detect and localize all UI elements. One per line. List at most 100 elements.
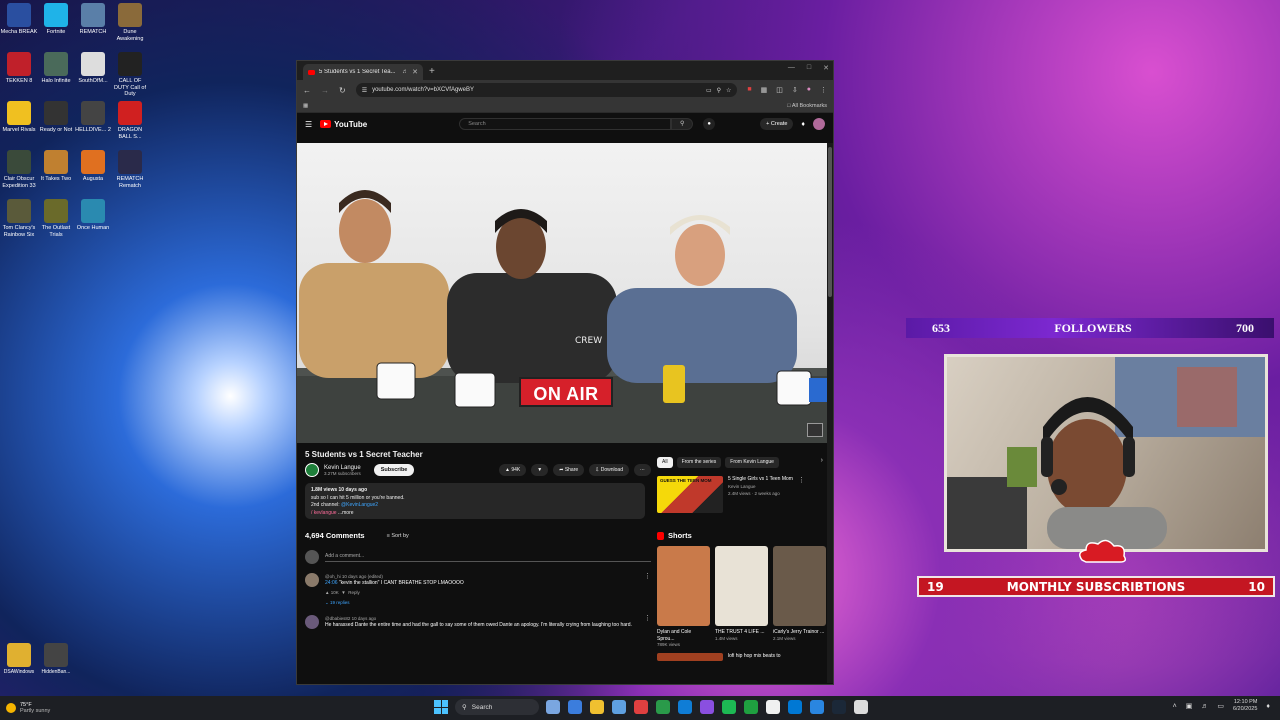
desktop-icon[interactable]: CALL OF DUTY Call of Duty — [111, 49, 149, 98]
search-icon[interactable]: ⚲ — [671, 118, 694, 130]
bell-icon[interactable]: ♦ — [801, 121, 805, 128]
taskbar-app-icon[interactable] — [546, 700, 560, 714]
desktop-icon[interactable]: Halo Infinite — [37, 49, 75, 85]
sort-by-button[interactable]: ≡ Sort by — [387, 533, 409, 539]
like-button[interactable]: ▲ 94K — [499, 464, 527, 476]
forward-icon[interactable]: → — [321, 86, 329, 95]
desktop-icon[interactable]: It Takes Two — [37, 147, 75, 183]
social-link[interactable]: / kevlangue — [311, 510, 337, 516]
reload-icon[interactable]: ↻ — [339, 86, 346, 95]
recommended-video[interactable]: GUESS THE TEEN MOM 5 Single Girls vs 1 T… — [657, 476, 823, 513]
subscribe-button[interactable]: Subscribe — [373, 464, 415, 476]
taskbar-app-icon[interactable] — [700, 700, 714, 714]
maximize-icon[interactable]: □ — [807, 64, 811, 72]
download-button[interactable]: ⇩ Download — [589, 464, 629, 476]
commenter-avatar[interactable] — [305, 573, 319, 587]
chip-from-series[interactable]: From the series — [676, 457, 722, 468]
downloads-icon[interactable]: ⇩ — [792, 86, 798, 94]
taskbar-app-icon[interactable] — [854, 700, 868, 714]
short-thumbnail[interactable] — [773, 546, 826, 626]
youtube-logo[interactable]: YouTube — [320, 120, 367, 129]
desktop-icon[interactable]: The Outlast Trials — [37, 196, 75, 238]
comment-timestamp-link[interactable]: 24:06 — [325, 580, 338, 586]
clock[interactable]: 12:10 PM 6/20/2025 — [1233, 699, 1257, 713]
comment-menu-icon[interactable]: ⋮ — [644, 615, 651, 629]
apps-grid-icon[interactable]: ▦ — [303, 103, 308, 109]
browser-tab[interactable]: 5 Students vs 1 Secret Tea... ♬ ✕ — [303, 64, 423, 80]
menu-icon[interactable]: ⋮ — [820, 86, 827, 94]
bookmark-star-icon[interactable]: ☆ — [726, 87, 731, 94]
add-comment-input[interactable]: Add a comment... — [325, 553, 651, 562]
taskbar-app-icon[interactable] — [744, 700, 758, 714]
desktop-icon[interactable]: Augusta — [74, 147, 112, 183]
desktop-icon[interactable]: TEKKEN 8 — [0, 49, 38, 85]
address-bar[interactable]: ☰ youtube.com/watch?v=bXCVfAgweBY ▭ ⚲ ☆ — [355, 83, 738, 97]
video-player[interactable]: CREW ON AIR — [297, 143, 829, 443]
short-thumbnail[interactable] — [715, 546, 768, 626]
desktop-icon[interactable]: DRAGON BALL S... — [111, 98, 149, 140]
dislike-comment-icon[interactable]: ▼ — [341, 590, 345, 595]
taskbar-app-icon[interactable] — [810, 700, 824, 714]
taskbar-app-icon[interactable] — [678, 700, 692, 714]
desktop-icon[interactable]: Fortnite — [37, 0, 75, 36]
taskbar-app-icon[interactable] — [590, 700, 604, 714]
battery-icon[interactable]: ▭ — [1217, 702, 1224, 710]
volume-icon[interactable]: ♬ — [1201, 703, 1208, 710]
desktop-icon[interactable]: HiddenBan... — [37, 640, 75, 676]
back-icon[interactable]: ← — [303, 86, 311, 95]
site-info-icon[interactable]: ☰ — [362, 87, 367, 94]
bottom-recommendation-thumbnail[interactable] — [657, 653, 723, 661]
short-item[interactable]: THE TRUST 4 LIFE ... 1.4M views — [715, 546, 768, 647]
create-button[interactable]: + Create — [760, 118, 794, 130]
extension-icon[interactable]: ■ — [747, 86, 751, 94]
taskbar-app-icon[interactable] — [612, 700, 626, 714]
taskbar-app-icon[interactable] — [634, 700, 648, 714]
short-thumbnail[interactable] — [657, 546, 710, 626]
install-icon[interactable]: ▭ — [706, 87, 712, 94]
chip-all[interactable]: All — [657, 457, 673, 468]
page-scrollbar[interactable] — [827, 143, 833, 683]
comment-menu-icon[interactable]: ⋮ — [644, 573, 651, 606]
close-tab-icon[interactable]: ✕ — [412, 68, 418, 76]
view-replies-button[interactable]: 19 replies — [330, 600, 350, 605]
short-item[interactable]: iCarly's Jerry Trainor ... 2.1M views — [773, 546, 826, 647]
profile-icon[interactable]: ● — [807, 86, 811, 94]
desktop-icon[interactable]: DSAWindows — [0, 640, 38, 676]
reply-button[interactable]: Reply — [348, 590, 360, 595]
more-actions-icon[interactable]: ⋯ — [634, 464, 651, 476]
notification-bell-icon[interactable]: ♦ — [1266, 703, 1270, 710]
recommended-thumbnail[interactable]: GUESS THE TEEN MOM — [657, 476, 723, 513]
desktop-icon[interactable]: Ready or Not — [37, 98, 75, 134]
dislike-button[interactable]: ▼ — [531, 464, 549, 476]
microphone-icon[interactable]: ● — [703, 118, 716, 130]
close-window-icon[interactable]: ✕ — [823, 64, 829, 72]
channel-name[interactable]: Kevin Langue — [324, 465, 361, 471]
video-description[interactable]: 1.8M views 10 days ago sub so I can hit … — [305, 483, 645, 519]
taskbar-app-icon[interactable] — [766, 700, 780, 714]
desktop-icon[interactable]: Mecha BREAK — [0, 0, 38, 36]
recommended-menu-icon[interactable]: ⋮ — [798, 476, 805, 513]
desktop-icon[interactable]: Once Human — [74, 196, 112, 232]
all-bookmarks[interactable]: □ All Bookmarks — [787, 103, 827, 109]
new-tab-button[interactable]: + — [429, 64, 435, 80]
desktop-icon[interactable]: Dune Awakening — [111, 0, 149, 42]
chevron-right-icon[interactable]: › — [821, 457, 823, 468]
taskbar-app-icon[interactable] — [656, 700, 670, 714]
desktop-icon[interactable]: Tom Clancy's Rainbow Six — [0, 196, 38, 238]
desktop-icon[interactable]: REMATCH — [74, 0, 112, 36]
desktop-icon[interactable]: SouthOfM... — [74, 49, 112, 85]
desktop-icon[interactable]: REMATCH Rematch — [111, 147, 149, 189]
taskbar-app-icon[interactable] — [568, 700, 582, 714]
hamburger-icon[interactable]: ☰ — [305, 120, 312, 129]
zoom-icon[interactable]: ⚲ — [717, 87, 721, 94]
commenter-avatar[interactable] — [305, 615, 319, 629]
second-channel-link[interactable]: @KevinLangue2 — [341, 502, 378, 508]
channel-avatar[interactable] — [305, 463, 319, 477]
scrollbar-thumb[interactable] — [828, 147, 832, 297]
desktop-icon[interactable]: Marvel Rivals — [0, 98, 38, 134]
windows-start-icon[interactable] — [434, 700, 448, 714]
minimize-icon[interactable]: — — [788, 64, 795, 72]
desktop-icon[interactable]: HELLDIVE... 2 — [74, 98, 112, 134]
taskbar-app-icon[interactable] — [722, 700, 736, 714]
bottom-recommendation[interactable]: lofi hip hop mix beats to — [657, 653, 823, 661]
